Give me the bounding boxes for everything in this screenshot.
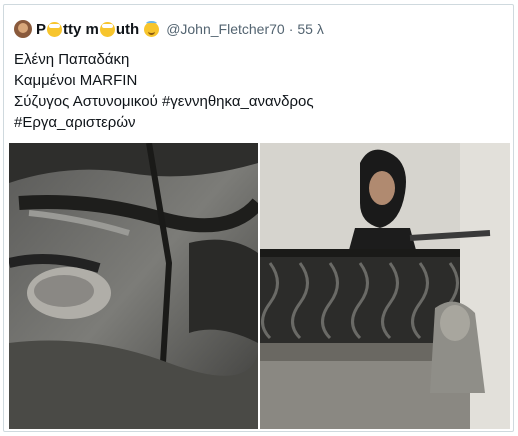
display-name-part-1: P <box>36 20 47 38</box>
tweet-line-3: Σύζυγος Αστυνομικού #γεννηθηκα_ανανδρος <box>14 93 314 110</box>
timestamp[interactable]: 55 λ <box>297 21 323 37</box>
handle-text: @John_Fletcher70 <box>166 21 285 37</box>
avatar-icon[interactable] <box>14 20 32 38</box>
tweet-card[interactable]: P tty m uth @John_Fletcher70 · 55 λ Ελένη … <box>3 4 514 432</box>
tweet-line-4[interactable]: #Εργα_αριστερών <box>14 112 314 133</box>
separator-dot: · <box>288 21 294 37</box>
smiling-face-with-halo-emoji-icon <box>144 20 160 37</box>
tweet-line-2: Καμμένοι MARFIN <box>14 72 138 89</box>
photo-left-graphic <box>9 143 258 429</box>
grinning-face-emoji-icon <box>99 21 115 37</box>
user-handle[interactable]: @John_Fletcher70 · 55 λ <box>166 21 324 37</box>
balcony-photo[interactable] <box>260 143 510 429</box>
black-and-white-photo[interactable] <box>9 143 258 429</box>
grinning-face-emoji-icon <box>47 21 63 37</box>
display-name-part-3: uth <box>115 20 140 38</box>
photo-right-graphic <box>260 143 510 429</box>
tweet-line-1: Ελένη Παπαδάκη <box>14 51 130 68</box>
tweet-header: P tty m uth @John_Fletcher70 · 55 λ <box>14 19 503 39</box>
display-name[interactable]: P tty m uth <box>36 20 160 38</box>
tweet-media[interactable] <box>9 143 510 429</box>
display-name-part-2: tty m <box>63 20 99 38</box>
tweet-text: Ελένη Παπαδάκη Καμμένοι MARFIN Σύζυγος Α… <box>14 49 314 133</box>
